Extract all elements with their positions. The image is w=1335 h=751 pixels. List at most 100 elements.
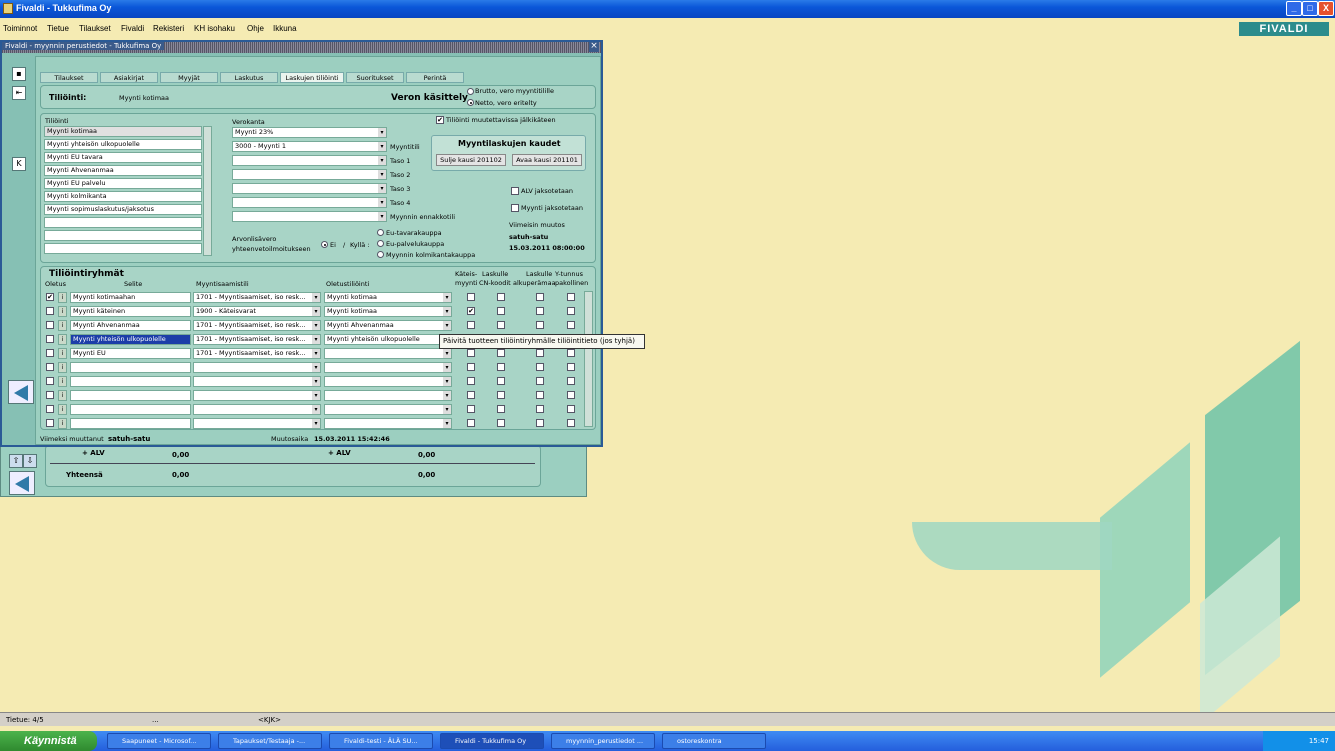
oletus-checkbox[interactable]: ✔ [46, 293, 54, 301]
saamistili-select[interactable]: 1701 - Myyntisaamiset, iso resk... [193, 334, 321, 345]
oletus-checkbox[interactable] [46, 419, 54, 427]
taso1-select[interactable] [232, 155, 387, 166]
list-item[interactable]: Myynti yhteisön ulkopuolelle [44, 139, 202, 150]
list-item[interactable]: Myynti EU tavara [44, 152, 202, 163]
muutettavissa-checkbox[interactable]: ✔ [436, 116, 444, 124]
info-icon[interactable]: i [58, 334, 67, 345]
alv-ei-radio[interactable] [321, 241, 328, 248]
sort-down-icon[interactable]: ⇩ [23, 454, 37, 468]
close-button[interactable]: X [1318, 1, 1334, 16]
cn-koodit-checkbox[interactable] [497, 419, 505, 427]
task-outlook[interactable]: Saapuneet - Microsof... [107, 733, 211, 749]
list-scrollbar[interactable] [203, 126, 212, 256]
save-icon[interactable]: ▪ [12, 67, 26, 81]
oletustiliointi-select[interactable] [324, 362, 452, 373]
cn-koodit-checkbox[interactable] [497, 321, 505, 329]
info-icon[interactable]: i [58, 306, 67, 317]
alkuperamaa-checkbox[interactable] [536, 377, 544, 385]
info-icon[interactable]: i [58, 292, 67, 303]
selite-field[interactable] [70, 390, 191, 401]
kateismyynti-checkbox[interactable] [467, 349, 475, 357]
app-titlebar[interactable]: Fivaldi - Tukkufima Oy _ □ X [0, 0, 1335, 18]
cn-koodit-checkbox[interactable] [497, 349, 505, 357]
selite-field[interactable] [70, 376, 191, 387]
kateismyynti-checkbox[interactable] [467, 419, 475, 427]
list-item[interactable]: Myynti EU palvelu [44, 178, 202, 189]
task-ostoreskontra[interactable]: ostoreskontra [662, 733, 766, 749]
list-item[interactable] [44, 230, 202, 241]
alkuperamaa-checkbox[interactable] [536, 321, 544, 329]
brutto-radio[interactable] [467, 88, 474, 95]
kateismyynti-checkbox[interactable]: ✔ [467, 307, 475, 315]
oletustiliointi-select[interactable] [324, 418, 452, 429]
saamistili-select[interactable] [193, 418, 321, 429]
kateismyynti-checkbox[interactable] [467, 377, 475, 385]
myynti-jaksotetaan-checkbox[interactable] [511, 204, 519, 212]
selite-field[interactable]: Myynti EU [70, 348, 191, 359]
info-icon[interactable]: i [58, 390, 67, 401]
tab-laskutus[interactable]: Laskutus [220, 72, 278, 83]
cn-koodit-checkbox[interactable] [497, 293, 505, 301]
tab-suoritukset[interactable]: Suoritukset [346, 72, 404, 83]
menu-rekisteri[interactable]: Rekisteri [153, 24, 184, 33]
info-icon[interactable]: i [58, 376, 67, 387]
minimize-button[interactable]: _ [1286, 1, 1302, 16]
menu-tilaukset[interactable]: Tilaukset [79, 24, 111, 33]
cn-koodit-checkbox[interactable] [497, 377, 505, 385]
task-tapaukset[interactable]: Tapaukset/Testaaja -... [218, 733, 322, 749]
dialog-close-button[interactable]: × [589, 42, 599, 52]
alkuperamaa-checkbox[interactable] [536, 363, 544, 371]
kateismyynti-checkbox[interactable] [467, 391, 475, 399]
netto-radio[interactable] [467, 99, 474, 106]
kolmikanta-radio[interactable] [377, 251, 384, 258]
info-icon[interactable]: i [58, 348, 67, 359]
alkuperamaa-checkbox[interactable] [536, 293, 544, 301]
info-icon[interactable]: i [58, 320, 67, 331]
menu-kh-isohaku[interactable]: KH isohaku [194, 24, 235, 33]
info-icon[interactable]: i [58, 404, 67, 415]
ytunnus-checkbox[interactable] [567, 391, 575, 399]
saamistili-select[interactable] [193, 376, 321, 387]
oletus-checkbox[interactable] [46, 363, 54, 371]
menu-tietue[interactable]: Tietue [47, 24, 69, 33]
list-item[interactable] [44, 243, 202, 254]
cn-koodit-checkbox[interactable] [497, 405, 505, 413]
ytunnus-checkbox[interactable] [567, 321, 575, 329]
oletustiliointi-select[interactable] [324, 348, 452, 359]
selite-field[interactable]: Myynti kotimaahan [70, 292, 191, 303]
tab-asiakirjat[interactable]: Asiakirjat [100, 72, 158, 83]
tab-myyjat[interactable]: Myyjät [160, 72, 218, 83]
dialog-titlebar[interactable]: Fivaldi - myynnin perustiedot - Tukkufim… [2, 42, 601, 53]
groups-scrollbar[interactable] [584, 291, 593, 427]
kateismyynti-checkbox[interactable] [467, 363, 475, 371]
ytunnus-checkbox[interactable] [567, 377, 575, 385]
selite-field[interactable] [70, 418, 191, 429]
open-period-button[interactable]: Avaa kausi 201101 [512, 154, 582, 166]
tab-laskujen-tiliointi[interactable]: Laskujen tiliöinti [280, 72, 344, 83]
list-item[interactable] [44, 217, 202, 228]
saamistili-select[interactable]: 1701 - Myyntisaamiset, iso resk... [193, 320, 321, 331]
close-period-button[interactable]: Sulje kausi 201102 [436, 154, 506, 166]
alkuperamaa-checkbox[interactable] [536, 405, 544, 413]
ytunnus-checkbox[interactable] [567, 293, 575, 301]
tab-perinta[interactable]: Perintä [406, 72, 464, 83]
oletus-checkbox[interactable] [46, 335, 54, 343]
saamistili-select[interactable] [193, 404, 321, 415]
ytunnus-checkbox[interactable] [567, 405, 575, 413]
info-icon[interactable]: i [58, 418, 67, 429]
alkuperamaa-checkbox[interactable] [536, 307, 544, 315]
ytunnus-checkbox[interactable] [567, 363, 575, 371]
k-button[interactable]: K [12, 157, 26, 171]
oletustiliointi-select[interactable]: Myynti Ahvenanmaa [324, 320, 452, 331]
eu-tavara-radio[interactable] [377, 229, 384, 236]
taso4-select[interactable] [232, 197, 387, 208]
myyntitili-select[interactable]: 3000 - Myynti 1 [232, 141, 387, 152]
list-item[interactable]: Myynti Ahvenanmaa [44, 165, 202, 176]
menu-ikkuna[interactable]: Ikkuna [273, 24, 297, 33]
oletus-checkbox[interactable] [46, 307, 54, 315]
task-fivaldi[interactable]: Fivaldi - Tukkufima Oy [440, 733, 544, 749]
selite-field[interactable]: Myynti yhteisön ulkopuolelle [70, 334, 191, 345]
saamistili-select[interactable]: 1900 - Käteisvarat [193, 306, 321, 317]
selite-field[interactable]: Myynti käteinen [70, 306, 191, 317]
saamistili-select[interactable]: 1701 - Myyntisaamiset, iso resk... [193, 348, 321, 359]
